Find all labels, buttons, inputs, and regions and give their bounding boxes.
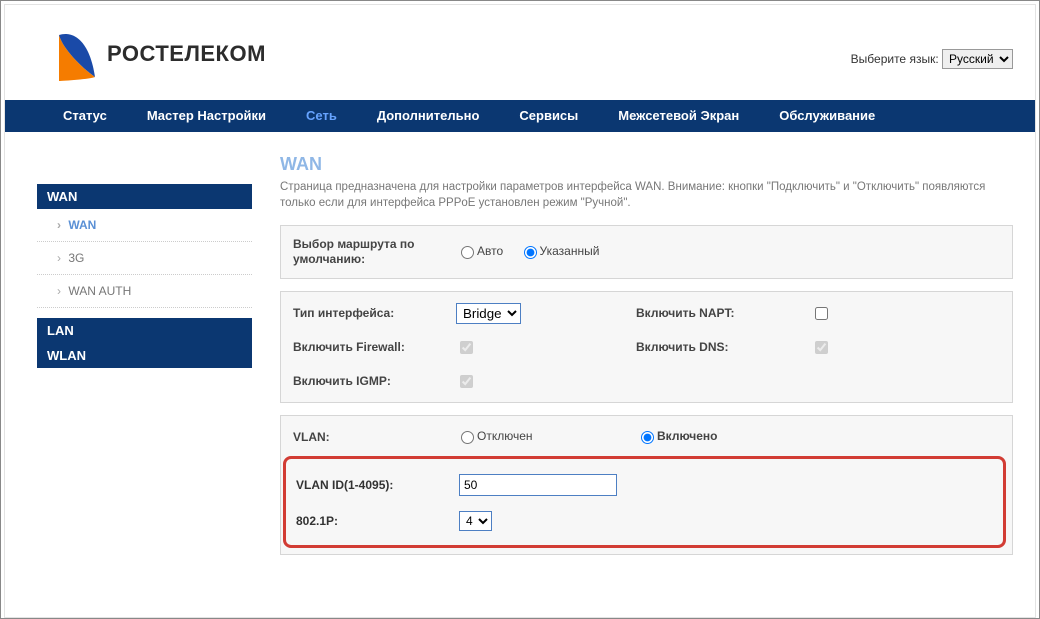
routing-auto-label: Авто xyxy=(477,244,503,258)
page-description: Страница предназначена для настройки пар… xyxy=(280,179,1013,211)
vlan-label: VLAN: xyxy=(281,430,456,444)
nav-item[interactable]: Статус xyxy=(43,100,127,132)
nav-item[interactable]: Мастер Настройки xyxy=(127,100,286,132)
sidebar-group-header[interactable]: WLAN xyxy=(37,343,252,368)
interface-type-select[interactable]: Bridge xyxy=(456,303,521,324)
language-select[interactable]: Русский xyxy=(942,49,1013,69)
vlan-highlight-box: VLAN ID(1-4095): 802.1P: 01234567 xyxy=(283,456,1006,548)
sidebar-group-header[interactable]: WAN xyxy=(37,184,252,209)
language-selector: Выберите язык: Русский xyxy=(851,49,1013,69)
igmp-label: Включить IGMP: xyxy=(281,374,456,388)
interface-type-label: Тип интерфейса: xyxy=(281,306,456,320)
routing-label: Выбор маршрута по умолчанию: xyxy=(281,233,456,272)
brand-name: РОСТЕЛЕКОМ xyxy=(107,41,266,67)
page-title: WAN xyxy=(280,154,1013,175)
interface-panel: Тип интерфейса: Bridge Включить NAPT: Вк… xyxy=(280,291,1013,403)
vlan-off-label: Отключен xyxy=(477,429,533,443)
routing-auto-option[interactable]: Авто xyxy=(456,243,503,259)
napt-checkbox[interactable] xyxy=(815,307,828,320)
routing-options: Авто Указанный xyxy=(456,243,636,262)
rostelecom-logo-icon xyxy=(53,27,97,81)
main-content: WAN Страница предназначена для настройки… xyxy=(280,154,1019,567)
vlan-off-radio[interactable] xyxy=(461,431,474,444)
routing-auto-radio[interactable] xyxy=(461,246,474,259)
nav-item[interactable]: Дополнительно xyxy=(357,100,500,132)
vlan-id-label: VLAN ID(1-4095): xyxy=(290,478,459,492)
sidebar-item[interactable]: WAN xyxy=(37,209,252,242)
nav-item[interactable]: Обслуживание xyxy=(759,100,895,132)
dns-checkbox[interactable] xyxy=(815,341,828,354)
vlan-panel: VLAN: Отключен Включено xyxy=(280,415,1013,555)
sidebar-group-header[interactable]: LAN xyxy=(37,318,252,343)
header: РОСТЕЛЕКОМ Выберите язык: Русский xyxy=(5,5,1035,100)
vlan-8021p-select[interactable]: 01234567 xyxy=(459,511,492,531)
vlan-on-option[interactable]: Включено xyxy=(636,428,717,444)
firewall-checkbox[interactable] xyxy=(460,341,473,354)
routing-specified-label: Указанный xyxy=(540,244,600,258)
routing-specified-radio[interactable] xyxy=(524,246,537,259)
dns-label: Включить DNS: xyxy=(636,340,811,354)
vlan-8021p-label: 802.1P: xyxy=(290,514,459,528)
vlan-on-radio[interactable] xyxy=(641,431,654,444)
nav-item[interactable]: Сервисы xyxy=(499,100,598,132)
vlan-on-label: Включено xyxy=(657,429,717,443)
napt-label: Включить NAPT: xyxy=(636,306,811,320)
igmp-checkbox[interactable] xyxy=(460,375,473,388)
nav-item[interactable]: Межсетевой Экран xyxy=(598,100,759,132)
sidebar-item[interactable]: WAN AUTH xyxy=(37,275,252,308)
vlan-off-option[interactable]: Отключен xyxy=(456,428,533,444)
routing-specified-option[interactable]: Указанный xyxy=(519,243,600,259)
routing-panel: Выбор маршрута по умолчанию: Авто Указан… xyxy=(280,225,1013,279)
vlan-id-input[interactable] xyxy=(459,474,617,496)
firewall-label: Включить Firewall: xyxy=(281,340,456,354)
sidebar-item[interactable]: 3G xyxy=(37,242,252,275)
language-label: Выберите язык: xyxy=(851,52,939,66)
sidebar: WANWAN3GWAN AUTHLANWLAN xyxy=(37,154,252,567)
main-nav: СтатусМастер НастройкиСетьДополнительноС… xyxy=(5,100,1035,132)
nav-item[interactable]: Сеть xyxy=(286,100,357,132)
